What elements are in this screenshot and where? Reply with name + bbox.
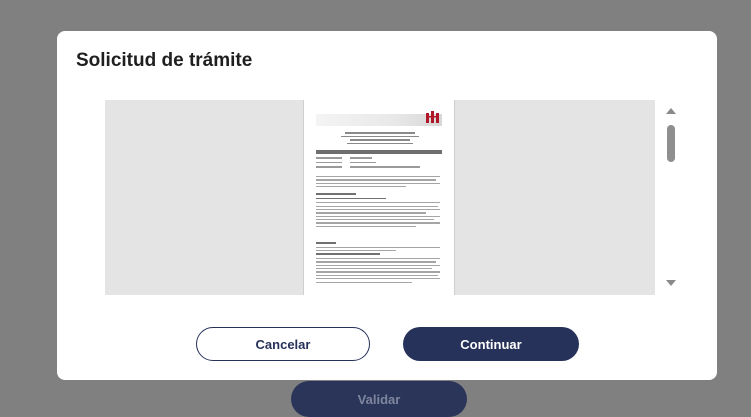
document-header-banner [316, 114, 442, 126]
document-title-block [340, 132, 420, 146]
scroll-up-icon[interactable] [666, 108, 676, 114]
institution-logo-icon [426, 111, 439, 123]
document-section [316, 193, 442, 229]
continue-button[interactable]: Continuar [403, 327, 579, 361]
modal-title: Solicitud de trámite [76, 50, 253, 71]
document-viewer[interactable] [105, 100, 687, 295]
document-table-header [316, 150, 442, 154]
scrollbar-thumb[interactable] [667, 125, 675, 162]
document-page-thumbnail [303, 100, 455, 295]
document-table [316, 157, 442, 171]
document-section [316, 242, 442, 285]
scroll-down-icon[interactable] [666, 280, 676, 286]
document-paragraph [316, 176, 442, 190]
document-canvas [105, 100, 655, 295]
cancel-button[interactable]: Cancelar [196, 327, 370, 361]
request-modal: Solicitud de trámite Cancelar Continuar [57, 31, 717, 380]
document-scrollbar[interactable] [655, 100, 687, 295]
